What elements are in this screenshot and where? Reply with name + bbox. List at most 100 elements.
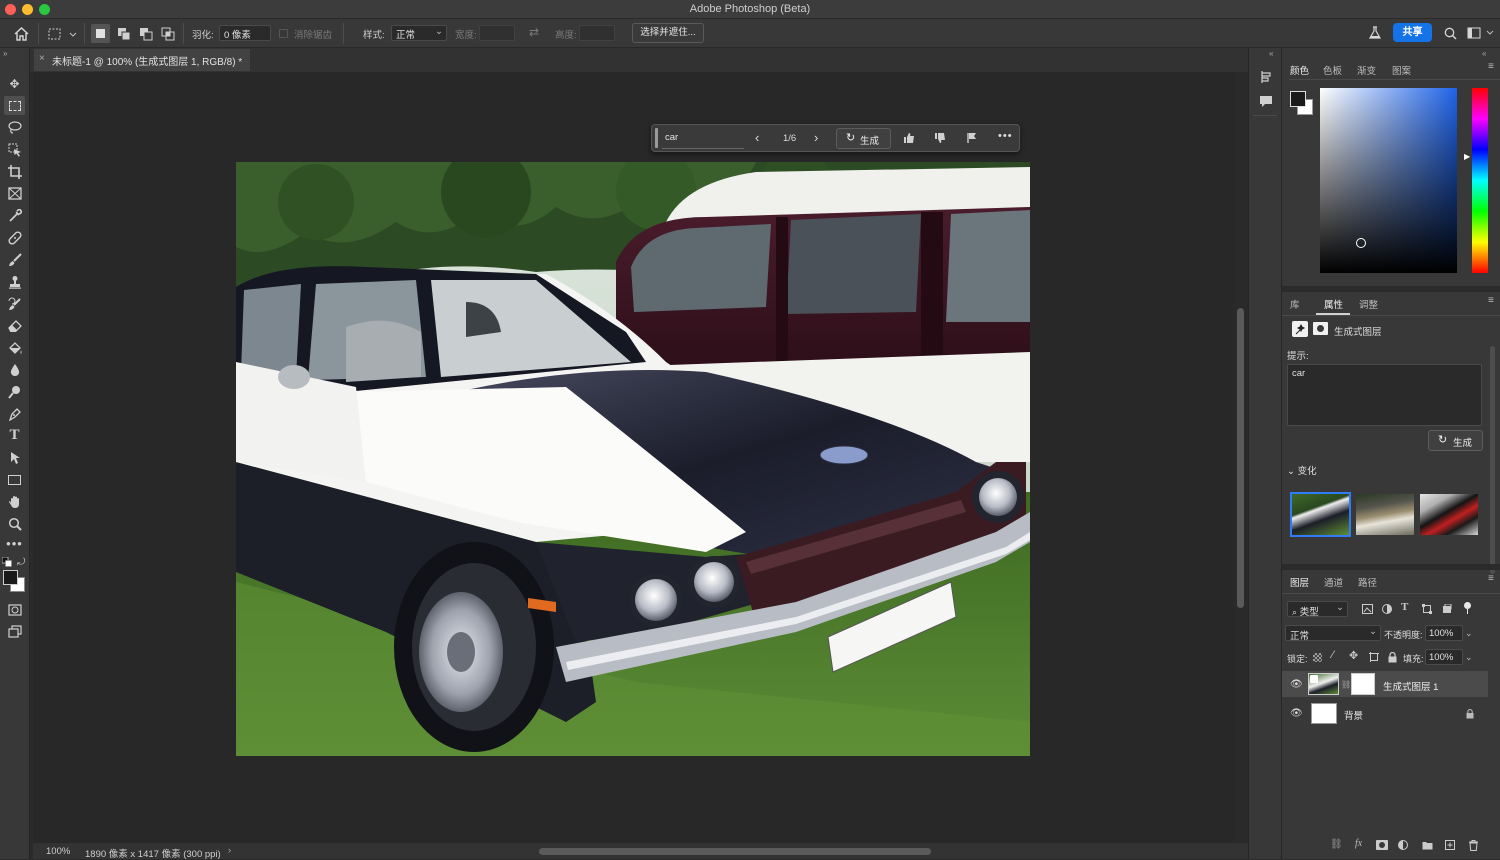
layer-thumbnail[interactable] [1308,673,1339,695]
zoom-tool-icon[interactable] [4,514,25,533]
new-adjustment-layer-icon[interactable] [1398,840,1408,850]
lock-all-icon[interactable] [1386,651,1398,663]
zoom-level[interactable]: 100% [46,846,70,857]
comments-panel-icon[interactable] [1257,92,1275,110]
properties-generate-button[interactable]: ↻ 生成 [1428,430,1483,451]
layer-effects-icon[interactable]: fx [1355,838,1362,849]
add-selection-icon[interactable] [114,24,133,43]
lock-pixels-icon[interactable]: ⁄ [1332,649,1334,661]
properties-scrollbar[interactable] [1490,346,1495,574]
feather-input[interactable]: 0 像素 [219,25,271,41]
lock-transparent-icon[interactable] [1313,653,1322,662]
thumbs-down-icon[interactable] [932,130,948,146]
tab-adjustments[interactable]: 调整 [1359,297,1378,311]
filter-type-icon[interactable]: T [1401,601,1408,613]
eraser-tool-icon[interactable] [4,316,25,335]
panel-menu-icon[interactable]: ≡ [1488,573,1494,584]
layer-row-background[interactable]: 👁 背景 [1282,701,1488,727]
collapse-toolbar-icon[interactable]: » [3,49,7,58]
select-and-mask-button[interactable]: 选择并遮住... [632,23,704,43]
blend-mode-select[interactable]: 正常 ⌄ [1285,625,1381,642]
flag-icon[interactable] [964,130,980,146]
opacity-slider-chevron-icon[interactable]: ⌄ [1465,628,1473,639]
share-button[interactable]: 共享 [1393,23,1432,42]
swap-colors-icon[interactable]: ⤾ [17,557,25,568]
tab-gradients[interactable]: 渐变 [1357,63,1376,77]
fill-input[interactable]: 100% [1425,649,1463,665]
collapse-strip-icon[interactable]: « [1269,49,1273,58]
antialias-checkbox[interactable] [279,29,288,38]
tab-color[interactable]: 颜色 [1290,63,1309,77]
delete-layer-icon[interactable] [1467,839,1479,851]
add-mask-icon[interactable] [1376,840,1388,850]
variations-header[interactable]: ⌄ 变化 [1287,463,1317,477]
vertical-scroll-thumb[interactable] [1237,308,1244,608]
tab-layers[interactable]: 图层 [1290,575,1309,589]
object-selection-tool-icon[interactable] [4,140,25,159]
subtract-selection-icon[interactable] [136,24,155,43]
prompt-textarea[interactable]: car [1287,364,1482,426]
filter-pixel-icon[interactable] [1360,602,1374,616]
brush-tool-icon[interactable] [4,250,25,269]
healing-brush-tool-icon[interactable] [4,228,25,247]
search-icon[interactable] [1441,24,1459,42]
tab-channels[interactable]: 通道 [1324,575,1343,589]
new-selection-icon[interactable] [91,24,110,43]
height-input[interactable] [579,25,615,41]
new-group-icon[interactable] [1421,840,1433,850]
color-field[interactable] [1320,88,1457,273]
hue-slider[interactable] [1472,88,1488,273]
generate-button[interactable]: ↻ 生成 [836,128,891,149]
horizontal-scroll-thumb[interactable] [539,848,931,855]
flask-icon[interactable] [1366,24,1384,42]
history-panel-icon[interactable] [1257,68,1275,86]
path-selection-tool-icon[interactable] [4,448,25,467]
more-tools-icon[interactable]: ••• [4,534,25,553]
default-colors-icon[interactable] [1,556,12,567]
eyedropper-tool-icon[interactable] [4,206,25,225]
tab-properties[interactable]: 属性 [1324,297,1343,311]
variation-thumbnail-3[interactable] [1420,494,1478,535]
tab-libraries[interactable]: 库 [1290,297,1300,311]
drag-handle[interactable] [655,128,658,148]
lock-position-icon[interactable]: ✥ [1349,649,1358,662]
width-input[interactable] [479,25,515,41]
new-layer-icon[interactable] [1444,839,1456,851]
hue-slider-handle-icon[interactable]: ▶ [1464,152,1470,161]
quick-mask-icon[interactable] [4,600,25,619]
filter-toggle-icon[interactable] [1464,602,1471,609]
blur-tool-icon[interactable] [4,360,25,379]
opacity-input[interactable]: 100% [1425,625,1463,641]
previous-variation-icon[interactable]: ‹ [755,130,759,145]
close-tab-icon[interactable]: × [39,53,45,64]
paint-bucket-tool-icon[interactable] [4,338,25,357]
dodge-tool-icon[interactable] [4,382,25,401]
document-tab[interactable]: × 未标题-1 @ 100% (生成式图层 1, RGB/8) * [34,49,251,71]
crop-tool-icon[interactable] [4,162,25,181]
chain-link-icon[interactable]: ⛓ [1341,680,1351,689]
layer-row-generative[interactable]: 👁 ⛓ 生成式图层 1 [1282,671,1488,697]
clone-stamp-tool-icon[interactable] [4,272,25,291]
rectangle-tool-icon[interactable] [4,470,25,489]
eye-icon[interactable]: 👁 [1290,708,1303,719]
collapse-panels-right-icon[interactable]: « [1482,49,1486,58]
layer-thumbnail[interactable] [1311,703,1337,724]
screen-mode-icon[interactable] [4,622,25,641]
swap-dimensions-icon[interactable]: ⇄ [529,25,539,39]
layer-name[interactable]: 生成式图层 1 [1383,679,1438,693]
panel-foreground-swatch[interactable] [1290,91,1306,107]
layer-mask-thumbnail[interactable] [1351,673,1375,695]
intersect-selection-icon[interactable] [158,24,177,43]
canvas-image[interactable] [236,162,1030,756]
fill-slider-chevron-icon[interactable]: ⌄ [1465,652,1473,663]
hand-tool-icon[interactable] [4,492,25,511]
marquee-preset-icon[interactable] [47,25,77,42]
lock-artboard-icon[interactable] [1368,651,1380,663]
filter-smart-object-icon[interactable] [1440,602,1454,616]
panel-menu-icon[interactable]: ≡ [1488,61,1494,72]
panel-menu-icon[interactable]: ≡ [1488,295,1494,306]
filter-shape-icon[interactable] [1420,602,1434,616]
layer-name[interactable]: 背景 [1344,708,1363,722]
tab-patterns[interactable]: 图案 [1392,63,1411,77]
foreground-color-swatch[interactable] [3,570,18,585]
